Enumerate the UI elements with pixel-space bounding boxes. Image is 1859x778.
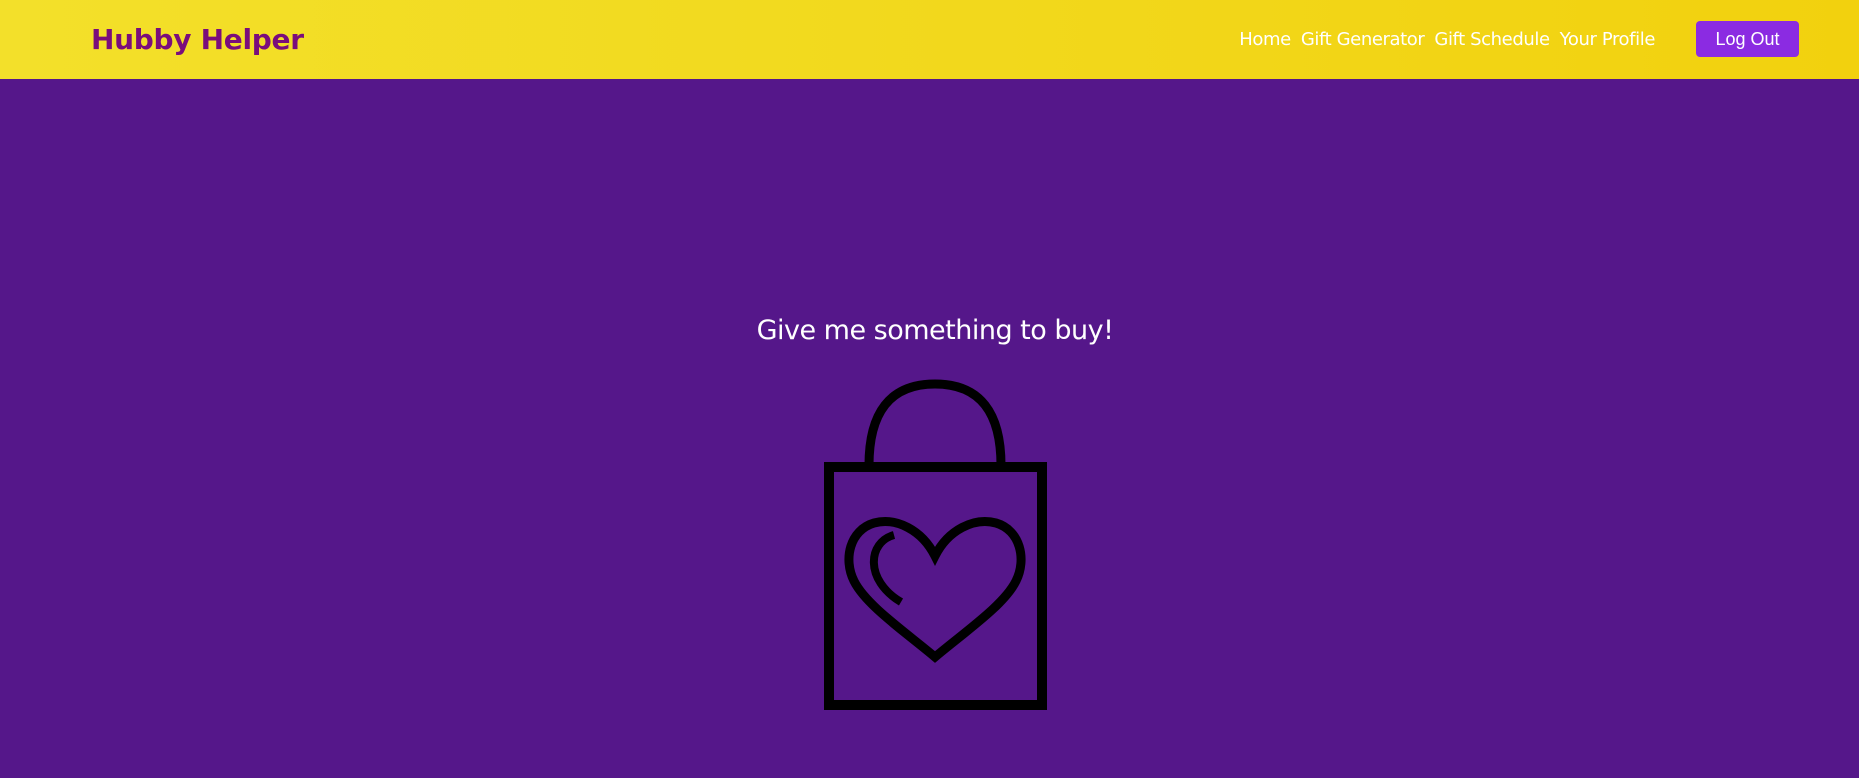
brand-title[interactable]: Hubby Helper bbox=[91, 20, 304, 60]
nav-link-home[interactable]: Home bbox=[1239, 27, 1291, 53]
bag-handle bbox=[864, 379, 1006, 469]
nav-link-gift-schedule[interactable]: Gift Schedule bbox=[1434, 27, 1550, 53]
nav-links: Home Gift Generator Gift Schedule Your P… bbox=[1239, 27, 1655, 53]
log-out-button[interactable]: Log Out bbox=[1696, 21, 1799, 57]
shopping-bag-heart-icon[interactable] bbox=[824, 378, 1047, 714]
nav-link-gift-generator[interactable]: Gift Generator bbox=[1301, 27, 1425, 53]
gift-prompt-text: Give me something to buy! bbox=[756, 315, 1114, 346]
top-navbar: Hubby Helper Home Gift Generator Gift Sc… bbox=[0, 0, 1859, 79]
nav-link-your-profile[interactable]: Your Profile bbox=[1560, 27, 1656, 53]
heart-shape bbox=[844, 517, 1026, 663]
heart-accent bbox=[869, 531, 904, 606]
